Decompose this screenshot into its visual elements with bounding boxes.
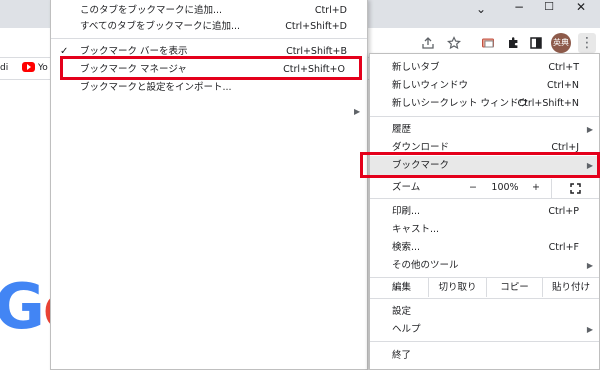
- side-panel-icon[interactable]: [528, 36, 544, 52]
- menu-item-cast[interactable]: キャスト...: [370, 220, 599, 239]
- menu-item-label: 設定: [392, 306, 412, 317]
- bookmark-star-icon[interactable]: [446, 36, 462, 52]
- menu-separator: [370, 198, 599, 199]
- menu-item-bookmark-all-tabs[interactable]: すべてのタブをブックマークに追加... Ctrl+Shift+D: [51, 18, 367, 36]
- menu-item-label: 新しいタブ: [392, 62, 440, 73]
- logo-letter-g: G: [0, 270, 45, 343]
- highlight-box-bookmark-manager: [60, 56, 362, 80]
- menu-item-shortcut: Ctrl+Shift+N: [517, 98, 579, 109]
- menu-item-import-bookmarks[interactable]: ブックマークと設定をインポート...: [51, 79, 367, 97]
- menu-item-new-incognito-window[interactable]: 新しいシークレット ウィンドウ Ctrl+Shift+N: [370, 94, 599, 113]
- menu-item-label: その他のツール: [392, 260, 459, 271]
- bookmark-item[interactable]: di: [0, 63, 8, 73]
- youtube-icon[interactable]: [22, 62, 35, 72]
- submenu-arrow-icon: ▶: [586, 261, 593, 270]
- minimize-button[interactable]: −: [504, 0, 534, 16]
- zoom-label: ズーム: [392, 182, 421, 193]
- menu-item-label: 検索...: [392, 242, 421, 253]
- menu-item-new-window[interactable]: 新しいウィンドウ Ctrl+N: [370, 76, 599, 95]
- menu-item-exit[interactable]: 終了: [370, 346, 599, 365]
- paste-button[interactable]: 貼り付け: [542, 278, 599, 297]
- maximize-button[interactable]: ☐: [534, 0, 564, 16]
- submenu-arrow-icon: ▶: [586, 325, 593, 334]
- edit-label: 編集: [392, 282, 412, 293]
- menu-item-shortcut: Ctrl+P: [548, 206, 579, 217]
- zoom-level: 100%: [491, 182, 519, 193]
- highlight-box-bookmarks: [360, 152, 600, 178]
- edit-row: 編集 切り取り コピー 貼り付け: [370, 278, 599, 297]
- chrome-main-menu: 新しいタブ Ctrl+T 新しいウィンドウ Ctrl+N 新しいシークレット ウ…: [369, 53, 600, 370]
- menu-item-more-tools[interactable]: その他のツール ▶: [370, 256, 599, 275]
- menu-separator: [51, 38, 367, 39]
- fullscreen-icon: [570, 183, 581, 194]
- submenu-arrow-icon: ▶: [354, 107, 361, 116]
- cut-button[interactable]: 切り取り: [428, 278, 486, 297]
- fullscreen-button[interactable]: [551, 179, 599, 198]
- profile-avatar[interactable]: 英典: [551, 33, 571, 53]
- menu-item-settings[interactable]: 設定: [370, 302, 599, 321]
- menu-item-shortcut: Ctrl+Shift+D: [285, 21, 347, 32]
- menu-item-label: ブックマークと設定をインポート...: [80, 82, 232, 93]
- menu-item-label: 印刷...: [392, 206, 421, 217]
- menu-separator: [370, 116, 599, 117]
- menu-item-label: キャスト...: [392, 224, 440, 235]
- zoom-in-button[interactable]: +: [522, 179, 550, 196]
- menu-item-label: 新しいウィンドウ: [392, 80, 469, 91]
- share-icon[interactable]: [420, 36, 436, 52]
- extension-app-icon[interactable]: [480, 36, 496, 52]
- zoom-out-button[interactable]: −: [458, 179, 488, 196]
- extensions-puzzle-icon[interactable]: [505, 36, 521, 52]
- submenu-arrow-icon: ▶: [586, 125, 593, 134]
- tab-search-chevron-icon[interactable]: ⌄: [466, 2, 496, 18]
- bookmark-item[interactable]: Yo: [38, 63, 48, 73]
- menu-separator: [370, 298, 599, 299]
- zoom-row: ズーム − 100% +: [370, 178, 599, 198]
- menu-item-new-tab[interactable]: 新しいタブ Ctrl+T: [370, 58, 599, 77]
- menu-item-shortcut: Ctrl+T: [548, 62, 579, 73]
- menu-item-label: 新しいシークレット ウィンドウ: [392, 98, 529, 109]
- menu-separator: [370, 341, 599, 342]
- menu-item-history[interactable]: 履歴 ▶: [370, 120, 599, 139]
- copy-button[interactable]: コピー: [486, 278, 542, 297]
- menu-item-shortcut: Ctrl+N: [547, 80, 579, 91]
- menu-item-find[interactable]: 検索... Ctrl+F: [370, 238, 599, 257]
- menu-item-label: 終了: [392, 350, 412, 361]
- menu-item-help[interactable]: ヘルプ ▶: [370, 320, 599, 339]
- menu-item-label: すべてのタブをブックマークに追加...: [80, 21, 241, 32]
- menu-item-print[interactable]: 印刷... Ctrl+P: [370, 202, 599, 221]
- more-menu-icon[interactable]: ⋮: [578, 33, 596, 53]
- menu-item-label: ヘルプ: [392, 324, 421, 335]
- menu-item-label: 履歴: [392, 124, 412, 135]
- menu-item-shortcut: Ctrl+F: [548, 242, 579, 253]
- close-button[interactable]: ✕: [566, 0, 596, 16]
